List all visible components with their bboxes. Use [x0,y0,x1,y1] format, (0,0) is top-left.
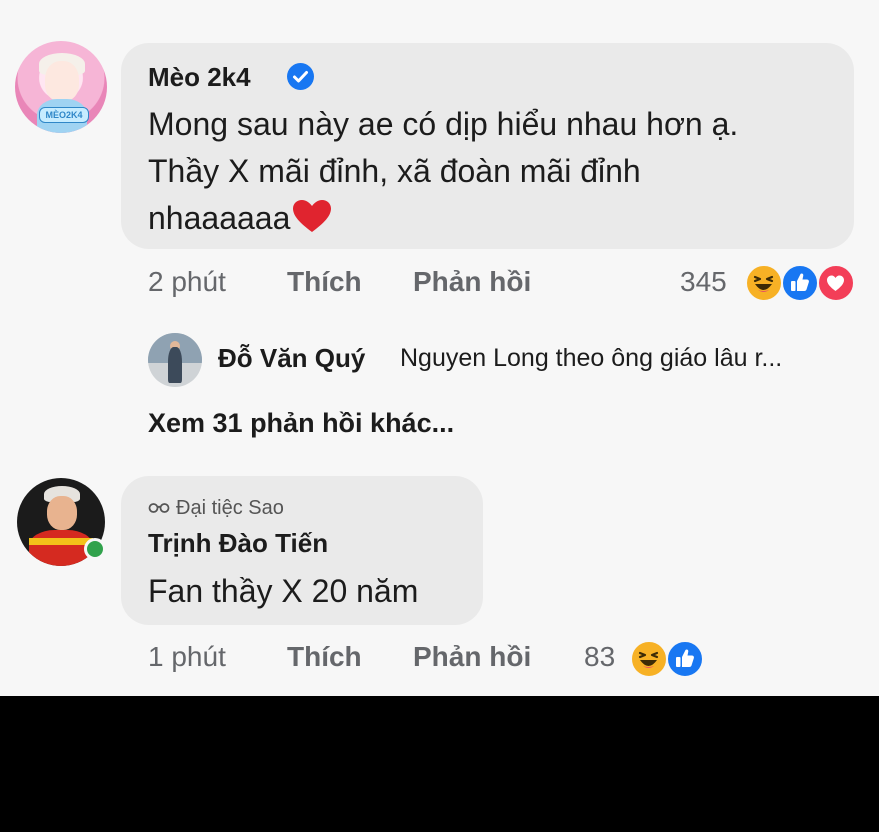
glasses-icon [148,503,170,513]
view-more-replies-link[interactable]: Xem 31 phản hồi khác... [148,408,454,439]
haha-icon[interactable] [745,264,783,302]
reply-button[interactable]: Phản hồi [413,641,531,673]
like-button[interactable]: Thích [287,266,362,298]
comment-text: Fan thầy X 20 năm [148,568,418,615]
haha-icon[interactable] [630,640,668,678]
comment-line: nhaaaaaa [148,195,738,242]
reply-author[interactable]: Đỗ Văn Quý [218,343,365,374]
comment-time[interactable]: 2 phút [148,266,226,298]
comment-text: Mong sau này ae có dịp hiểu nhau hơn ạ. … [148,101,738,242]
love-icon[interactable] [817,264,855,302]
reaction-count[interactable]: 345 [680,266,727,298]
avatar-logo: MÈO2K4 [39,107,89,123]
like-icon[interactable] [666,640,704,678]
like-button[interactable]: Thích [287,641,362,673]
verified-badge-icon [287,63,314,90]
comment-thread: MÈO2K4 Mèo 2k4 Mong sau này ae có dịp hi… [0,0,879,696]
comment-line: Fan thầy X 20 năm [148,573,419,609]
fan-badge: Đại tiệc Sao [148,497,284,520]
like-icon[interactable] [781,264,819,302]
badge-label: Đại tiệc Sao [176,497,284,519]
reaction-count[interactable]: 83 [584,641,615,673]
black-bar [0,696,879,832]
comment-author[interactable]: Mèo 2k4 [148,62,251,93]
online-status-indicator [84,538,106,560]
avatar-do-van-quy[interactable] [148,333,202,387]
heart-icon [293,200,332,232]
comment-line-text: nhaaaaaa [148,200,291,236]
comment-author[interactable]: Trịnh Đào Tiến [148,528,328,559]
reply-preview-text[interactable]: Nguyen Long theo ông giáo lâu r... [400,344,782,373]
comment-line: Thầy X mãi đỉnh, xã đoàn mãi đỉnh [148,153,641,189]
comment-time[interactable]: 1 phút [148,641,226,673]
avatar-meo-2k4[interactable]: MÈO2K4 [15,41,107,133]
comment-line: Mong sau này ae có dịp hiểu nhau hơn ạ. [148,106,739,142]
reply-button[interactable]: Phản hồi [413,266,531,298]
